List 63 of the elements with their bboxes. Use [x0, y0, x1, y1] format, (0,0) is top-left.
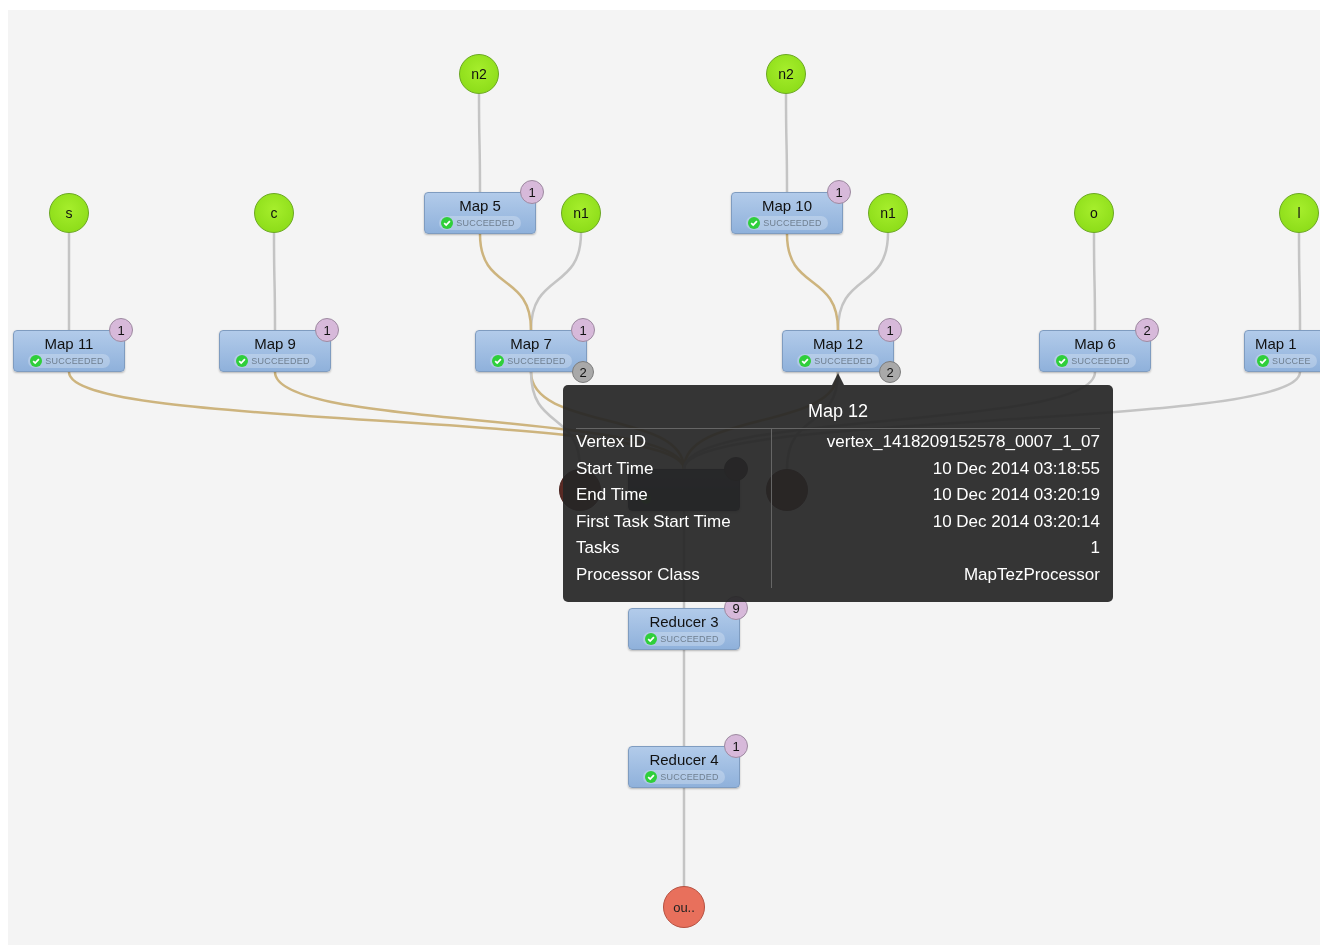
check-icon	[799, 354, 812, 367]
vertex-name: Map 7	[510, 334, 552, 352]
vertex-name: Map 10	[761, 196, 812, 214]
source-node[interactable]: n2	[766, 54, 806, 94]
task-count-badge: 1	[724, 734, 748, 758]
status-text: SUCCEEDED	[763, 217, 822, 228]
task-count-badge: 1	[520, 180, 544, 204]
check-icon	[1056, 354, 1069, 367]
property-label: Start Time	[576, 455, 772, 482]
source-node[interactable]: l	[1279, 193, 1319, 233]
property-value: 1	[1089, 537, 1100, 559]
vertex-name: Reducer 4	[649, 750, 719, 768]
property-value: 10 Dec 2014 03:18:55	[931, 457, 1100, 480]
status-text: SUCCEEDED	[1071, 355, 1130, 366]
check-icon	[1257, 354, 1269, 367]
status-text: SUCCEEDED	[45, 355, 104, 366]
tooltip-title: Map 12	[576, 401, 1100, 429]
task-count-badge: 1	[571, 318, 595, 342]
vertex-name: Map 9	[254, 334, 296, 352]
check-icon	[236, 354, 249, 367]
source-node[interactable]: n1	[561, 193, 601, 233]
source-node[interactable]: n2	[459, 54, 499, 94]
vertex-name: Map 11	[44, 334, 94, 352]
check-icon	[30, 354, 43, 367]
source-node[interactable]: c	[254, 193, 294, 233]
input-count-badge: 2	[572, 361, 594, 383]
check-icon	[492, 354, 505, 367]
property-value: vertex_1418209152578_0007_1_07	[825, 431, 1100, 453]
check-icon	[645, 770, 658, 783]
vertex-name: Map 12	[812, 334, 863, 352]
vertex-name: Map 1	[1255, 334, 1297, 352]
status-text: SUCCEE	[1272, 355, 1311, 366]
property-value: 10 Dec 2014 03:20:19	[931, 484, 1100, 506]
source-node[interactable]: n1	[868, 193, 908, 233]
task-count-badge: 1	[878, 318, 902, 342]
property-label: Vertex ID	[576, 429, 772, 456]
sink-node[interactable]: ou..	[663, 886, 705, 928]
vertex-node[interactable]: Map 1 SUCCEE	[1244, 330, 1320, 372]
check-icon	[748, 216, 761, 229]
input-count-badge: 2	[879, 361, 901, 383]
task-count-badge: 1	[109, 318, 133, 342]
status-text: SUCCEEDED	[251, 355, 310, 366]
vertex-name: Map 6	[1074, 334, 1116, 352]
status-text: SUCCEEDED	[814, 355, 873, 366]
property-label: First Task Start Time	[576, 508, 772, 535]
task-count-badge: 1	[827, 180, 851, 204]
status-text: SUCCEEDED	[660, 633, 719, 644]
status-text: SUCCEEDED	[456, 217, 515, 228]
check-icon	[645, 632, 658, 645]
status-text: SUCCEEDED	[660, 771, 719, 782]
vertex-name: Reducer 3	[649, 612, 719, 630]
check-icon	[441, 216, 454, 229]
source-node[interactable]: o	[1074, 193, 1114, 233]
property-label: Processor Class	[576, 561, 772, 588]
property-value: 10 Dec 2014 03:20:14	[931, 510, 1100, 533]
property-value: MapTezProcessor	[962, 563, 1100, 586]
property-label: End Time	[576, 482, 772, 509]
task-count-badge: 1	[315, 318, 339, 342]
property-label: Tasks	[576, 535, 772, 562]
task-count-badge: 2	[1135, 318, 1159, 342]
vertex-name: Map 5	[459, 196, 501, 214]
source-node[interactable]: s	[49, 193, 89, 233]
status-text: SUCCEEDED	[507, 355, 566, 366]
